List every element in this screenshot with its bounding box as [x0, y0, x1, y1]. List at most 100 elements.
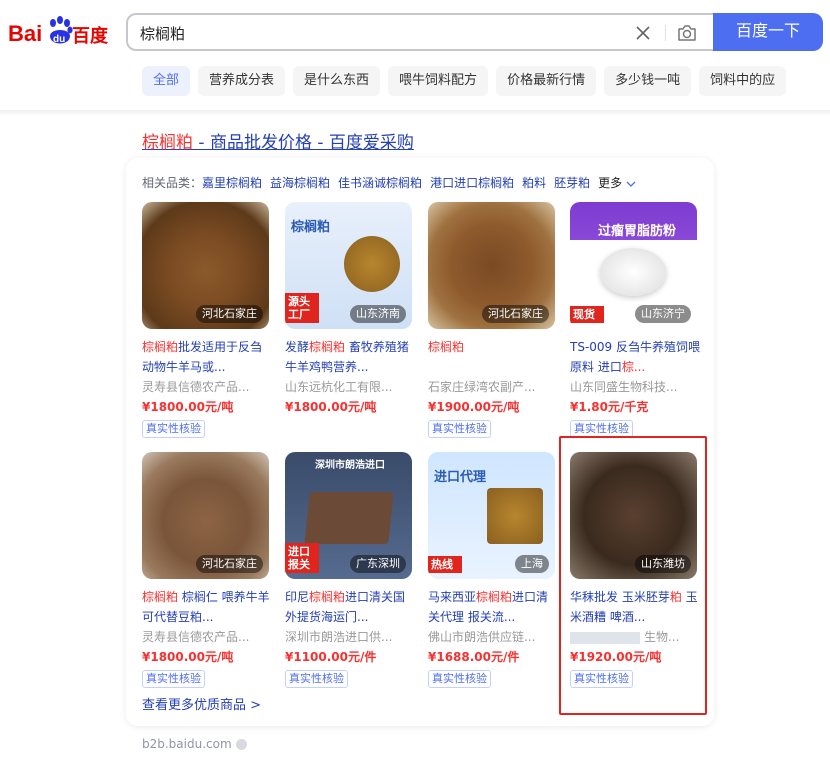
product-item[interactable]: 进口代理热线 上海马来西亚棕榈粕进口清关代理 报关流... 佛山市朗浩供应链... ¥… — [428, 452, 558, 688]
shop-name-text: 山东同盛生物科技... — [570, 380, 678, 394]
highlight-box — [559, 436, 707, 715]
related-more-button[interactable]: 更多 — [598, 176, 636, 190]
product-price: ¥1688.00元/件 — [428, 650, 520, 664]
result-title-link[interactable]: 棕榈粕 - 商品批发价格 - 百度爱采购 — [142, 128, 414, 153]
product-image-caption: 过瘤胃脂肪粉 — [598, 224, 677, 239]
shop-name[interactable]: 深圳市朗浩进口供... — [285, 627, 413, 647]
related-link[interactable]: 嘉里棕榈粕 — [202, 176, 262, 190]
product-image[interactable]: 河北石家庄 — [142, 452, 269, 579]
shop-name-text: 灵寿县信德农产品... — [142, 380, 250, 394]
search-button[interactable]: 百度一下 — [713, 13, 823, 51]
product-image[interactable]: 河北石家庄 — [428, 202, 555, 329]
product-title[interactable]: 棕榈粕 — [428, 337, 558, 377]
chevron-down-icon — [626, 181, 636, 187]
location-badge: 山东济宁 — [635, 305, 691, 323]
product-title[interactable]: 马来西亚棕榈粕进口清关代理 报关流... — [428, 587, 558, 627]
see-more-link[interactable]: 查看更多优质商品 > — [142, 694, 261, 713]
related-link[interactable]: 粕料 — [522, 176, 546, 190]
related-link[interactable]: 胚芽粕 — [554, 176, 590, 190]
title-keyword: 棕榈粕 — [142, 133, 193, 153]
query-suggestion-tabs: 全部 营养成分表 是什么东西 喂牛饲料配方 价格最新行情 多少钱一吨 饲料中的应 — [142, 66, 794, 96]
shop-name-text: 灵寿县信德农产品... — [142, 630, 250, 644]
product-item[interactable]: 河北石家庄棕榈粕批发适用于反刍动物牛羊马或... 灵寿县信德农产品... ¥1800… — [142, 202, 272, 438]
header-shadow — [0, 110, 830, 116]
product-sample — [304, 492, 394, 544]
product-image-badge: 进口报关 — [285, 543, 319, 573]
verification-badge[interactable]: 真实性核验 — [428, 420, 491, 438]
title-keyword: 棕榈粕 — [309, 590, 346, 604]
related-link[interactable]: 佳书涵诚棕榈粕 — [338, 176, 422, 190]
camera-icon[interactable] — [675, 21, 699, 45]
shop-name[interactable]: 灵寿县信德农产品... — [142, 627, 270, 647]
product-price: ¥1800.00元/吨 — [142, 400, 234, 414]
source-url[interactable]: b2b.baidu.com — [142, 737, 247, 751]
product-image[interactable]: 河北石家庄 — [142, 202, 269, 329]
tab-suggestion[interactable]: 价格最新行情 — [496, 66, 597, 96]
location-badge: 河北石家庄 — [482, 305, 549, 323]
verification-badge[interactable]: 真实性核验 — [142, 670, 205, 688]
header: Bai du 百度 百度一下 全部营养成分表是什么东西喂牛饲料配方价格最新行情多… — [0, 0, 830, 110]
title-keyword: 棕... — [621, 360, 646, 374]
shop-name-text: 山东远杭化工有限... — [285, 380, 393, 394]
tab-suggestion[interactable]: 营养成分表 — [198, 66, 286, 96]
tab-all[interactable]: 全部 — [142, 66, 191, 96]
product-item[interactable]: 河北石家庄棕榈粕石家庄绿湾农副产... ¥1900.00元/吨真实性核验 — [428, 202, 558, 438]
product-image[interactable]: 进口代理热线 上海 — [428, 452, 555, 579]
product-title[interactable]: 棕榈粕批发适用于反刍动物牛羊马或... — [142, 337, 272, 377]
location-badge: 广东深圳 — [350, 555, 406, 573]
source-text: b2b.baidu.com — [142, 737, 232, 751]
product-image[interactable]: 过瘤胃脂肪粉现货 山东济宁 — [570, 202, 697, 329]
tab-suggestion[interactable]: 饲料中的应 — [699, 66, 787, 96]
title-keyword: 棕榈粕 — [428, 340, 465, 354]
close-icon[interactable] — [631, 21, 655, 45]
location-badge: 河北石家庄 — [196, 305, 263, 323]
svg-text:百度: 百度 — [72, 25, 109, 47]
title-text: 发酵 — [285, 340, 310, 354]
product-item[interactable]: 深圳市朗浩进口 进口报关 广东深圳 印尼棕榈粕进口清关国外提货海运门... 深圳市朗浩进… — [285, 452, 415, 688]
info-icon — [235, 739, 247, 750]
product-title[interactable]: 棕榈粕 棕榈仁 喂养牛羊 可代替豆粕... — [142, 587, 272, 627]
title-keyword: 棕榈粕 — [142, 340, 179, 354]
product-title[interactable]: TS-009 反刍牛养殖饲喂原料 进口棕... — [570, 337, 700, 377]
more-label: 更多 — [598, 176, 623, 190]
product-sample — [344, 236, 400, 292]
title-keyword: 棕榈粕 — [309, 340, 346, 354]
related-label: 相关品类： — [142, 176, 203, 190]
product-image-badge: 热线 — [428, 556, 462, 573]
verification-badge[interactable]: 真实性核验 — [428, 670, 491, 688]
related-link[interactable]: 港口进口棕榈粕 — [430, 176, 514, 190]
product-item[interactable]: 棕榈粕 源头工厂 山东济南发酵棕榈粕 畜牧养殖猪牛羊鸡鸭营养... 山东远杭化工有限.… — [285, 202, 415, 417]
product-item[interactable]: 过瘤胃脂肪粉现货 山东济宁 TS-009 反刍牛养殖饲喂原料 进口棕... 山东同盛生… — [570, 202, 700, 438]
product-image[interactable]: 棕榈粕 源头工厂 山东济南 — [285, 202, 412, 329]
verification-badge[interactable]: 真实性核验 — [142, 420, 205, 438]
shop-name[interactable]: 石家庄绿湾农副产... — [428, 377, 556, 397]
product-item[interactable]: 河北石家庄 棕榈粕 棕榈仁 喂养牛羊 可代替豆粕... 灵寿县信德农产品... ¥18… — [142, 452, 272, 688]
product-title[interactable]: 发酵棕榈粕 畜牧养殖猪牛羊鸡鸭营养... — [285, 337, 415, 377]
shop-name[interactable]: 山东远杭化工有限... — [285, 377, 413, 397]
svg-text:Bai: Bai — [8, 21, 42, 46]
tab-suggestion[interactable]: 喂牛饲料配方 — [388, 66, 489, 96]
tab-suggestion[interactable]: 多少钱一吨 — [604, 66, 692, 96]
verification-badge[interactable]: 真实性核验 — [285, 670, 348, 688]
location-badge: 山东济南 — [350, 305, 406, 323]
product-image[interactable]: 深圳市朗浩进口进口报关 广东深圳 — [285, 452, 412, 579]
shop-name[interactable]: 灵寿县信德农产品... — [142, 377, 270, 397]
product-image-caption: 深圳市朗浩进口 — [315, 460, 385, 471]
product-image-badge: 现货 — [570, 306, 604, 323]
baidu-logo[interactable]: Bai du 百度 — [8, 14, 112, 50]
location-badge: 上海 — [515, 555, 549, 573]
shop-name[interactable]: 山东同盛生物科技... — [570, 377, 698, 397]
svg-text:du: du — [53, 34, 65, 45]
product-title[interactable]: 印尼棕榈粕进口清关国外提货海运门... — [285, 587, 415, 627]
tab-suggestion[interactable]: 是什么东西 — [293, 66, 381, 96]
product-image-caption: 进口代理 — [434, 470, 487, 485]
title-keyword: 棕榈粕 — [476, 590, 513, 604]
divider — [665, 25, 666, 41]
shop-name-text: 石家庄绿湾农副产... — [428, 380, 536, 394]
search-input[interactable] — [140, 22, 620, 44]
related-categories: 相关品类：嘉里棕榈粕 益海棕榈粕 佳书涵诚棕榈粕 港口进口棕榈粕 粕料 胚芽粕 更多 — [142, 174, 636, 191]
related-link[interactable]: 益海棕榈粕 — [270, 176, 330, 190]
location-badge: 河北石家庄 — [196, 555, 263, 573]
shop-name[interactable]: 佛山市朗浩供应链... — [428, 627, 556, 647]
product-price: ¥1900.00元/吨 — [428, 400, 520, 414]
